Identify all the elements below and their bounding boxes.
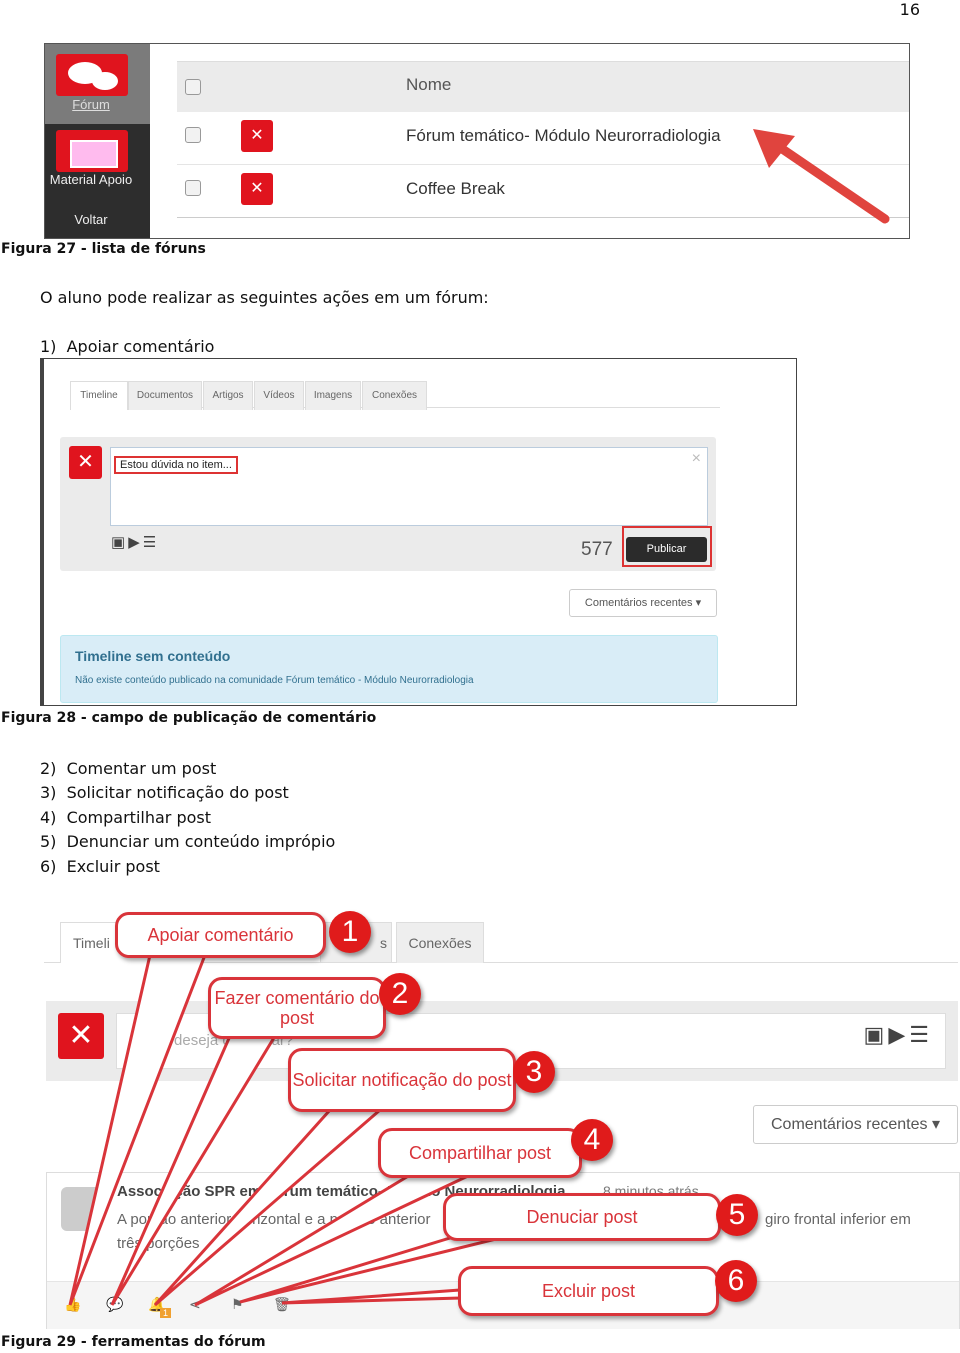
callout-comentar: Fazer comentário do post (208, 977, 386, 1039)
document-page: 16 Fórum Material Apoio Voltar Nome ✕ Fó… (0, 0, 960, 1353)
callout-number: 3 (513, 1051, 555, 1093)
callout-apoiar: Apoiar comentário (115, 912, 326, 958)
callout-denunciar: Denuciar post (443, 1193, 721, 1241)
callout-number: 4 (571, 1119, 613, 1161)
callout-number: 1 (329, 911, 371, 953)
callout-notificacao: Solicitar notificação do post (288, 1048, 516, 1112)
pointer-6 (281, 1288, 462, 1305)
callout-number: 5 (716, 1194, 758, 1236)
callout-excluir: Excluir post (458, 1266, 719, 1316)
callout-compartilhar: Compartilhar post (378, 1128, 582, 1178)
figure-caption: Figura 29 - ferramentas do fórum (1, 1334, 266, 1350)
callout-number: 2 (379, 973, 421, 1015)
callout-number: 6 (715, 1260, 757, 1302)
pointer-4 (194, 1173, 471, 1307)
